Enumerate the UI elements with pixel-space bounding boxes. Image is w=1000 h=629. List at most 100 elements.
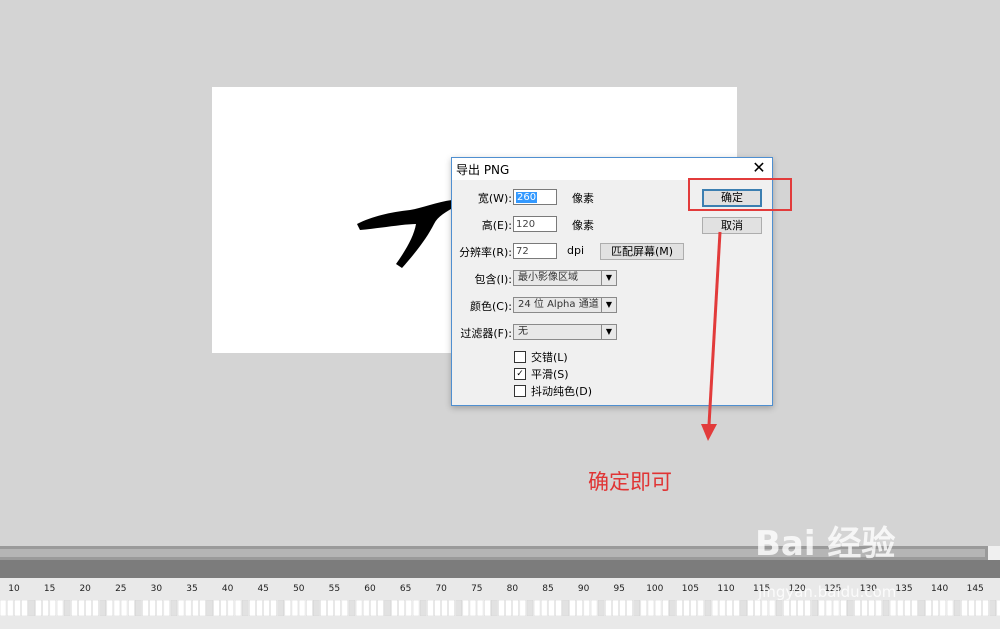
frame-cell xyxy=(362,600,370,616)
frame-cell xyxy=(170,600,178,616)
frame-cell xyxy=(704,600,712,616)
frame-cell xyxy=(526,600,534,616)
ruler-tick-label: 55 xyxy=(328,584,341,594)
frame-cell xyxy=(199,600,206,616)
resolution-input[interactable]: 72 xyxy=(513,243,557,259)
checkbox-box xyxy=(514,351,526,363)
frame-cell xyxy=(576,600,584,616)
annotation-text: 确定即可 xyxy=(588,470,672,494)
frame-cell xyxy=(277,600,285,616)
frame-cell xyxy=(426,600,434,616)
ok-button-highlight xyxy=(688,178,792,211)
close-icon[interactable]: ✕ xyxy=(750,159,768,177)
frame-cell xyxy=(975,600,982,616)
checkbox-box xyxy=(514,385,526,397)
dialog-titlebar[interactable]: 导出 PNG ✕ xyxy=(452,158,772,180)
frame-cell xyxy=(28,600,35,616)
frame-cell xyxy=(633,600,641,616)
frame-cell xyxy=(491,600,498,616)
ruler-tick-label: 25 xyxy=(115,584,127,594)
frame-cell xyxy=(740,600,747,616)
frame-cell xyxy=(604,600,612,616)
frame-cell xyxy=(825,600,833,616)
frame-cell xyxy=(647,600,655,616)
frame-cell xyxy=(313,600,320,616)
watermark-url: jingyan.baidu.com xyxy=(758,583,897,601)
frame-cell xyxy=(939,600,947,616)
chevron-down-icon: ▼ xyxy=(601,298,616,312)
frame-cell xyxy=(512,600,519,616)
frame-cell xyxy=(355,600,363,616)
frame-cell xyxy=(569,600,576,616)
frame-cell xyxy=(861,600,868,616)
frame-cell xyxy=(177,600,185,616)
frame-cell xyxy=(690,600,697,616)
frame-cell xyxy=(305,600,313,616)
smooth-checkbox[interactable]: ✓ 平滑(S) xyxy=(514,366,569,382)
dither-checkbox[interactable]: 抖动纯色(D) xyxy=(514,383,592,399)
frame-cell xyxy=(782,600,790,616)
ruler-tick-label: 65 xyxy=(399,584,412,594)
frame-cell xyxy=(13,600,21,616)
frame-cell xyxy=(804,600,811,616)
frame-cell xyxy=(256,600,263,616)
frame-cell xyxy=(640,600,648,616)
frame-cell xyxy=(697,600,705,616)
frame-cell xyxy=(811,600,819,616)
frame-cell xyxy=(156,600,163,616)
frame-cell xyxy=(142,600,149,616)
frame-cell xyxy=(654,600,662,616)
frame-cell xyxy=(270,600,277,616)
dialog-title: 导出 PNG xyxy=(456,163,510,177)
frame-cell xyxy=(832,600,840,616)
ruler-tick-label: 50 xyxy=(293,584,305,594)
height-unit: 像素 xyxy=(572,219,594,232)
ruler-tick-label: 40 xyxy=(221,584,234,594)
ruler-tick-label: 100 xyxy=(646,584,664,594)
frame-cell xyxy=(191,600,199,616)
height-input[interactable]: 120 xyxy=(513,216,557,232)
frame-cell xyxy=(49,600,57,616)
watermark-logo: Bai 经验 xyxy=(755,524,896,564)
frame-cell xyxy=(320,600,327,616)
frame-cell xyxy=(291,600,299,616)
frame-cell xyxy=(92,600,99,616)
frame-cell xyxy=(533,600,541,616)
color-label: 颜色(C): xyxy=(470,300,512,313)
include-select[interactable]: 最小影像区域 ▼ xyxy=(513,270,617,286)
resolution-label: 分辨率(R): xyxy=(459,246,512,259)
frame-cell xyxy=(106,600,114,616)
frame-cell xyxy=(0,600,7,616)
frame-cell xyxy=(903,600,911,616)
frame-cell xyxy=(441,600,448,616)
filter-select[interactable]: 无 ▼ xyxy=(513,324,617,340)
cancel-button[interactable]: 取消 xyxy=(702,217,762,234)
width-input[interactable]: 260 xyxy=(513,189,557,205)
frame-cell xyxy=(163,600,171,616)
frame-cell xyxy=(626,600,633,616)
interlace-checkbox[interactable]: 交错(L) xyxy=(514,349,568,365)
width-unit: 像素 xyxy=(572,192,594,205)
filter-value: 无 xyxy=(518,326,528,337)
match-screen-button[interactable]: 匹配屏幕(M) xyxy=(600,243,684,260)
frame-cell xyxy=(711,600,719,616)
chevron-down-icon: ▼ xyxy=(601,325,616,339)
width-value: 260 xyxy=(516,192,538,203)
frame-cell xyxy=(505,600,512,616)
frame-cell xyxy=(127,600,135,616)
frame-cell xyxy=(968,600,975,616)
color-select[interactable]: 24 位 Alpha 通道 ▼ xyxy=(513,297,617,313)
frame-cell xyxy=(341,600,349,616)
ruler-tick-label: 80 xyxy=(506,584,519,594)
resolution-unit: dpi xyxy=(567,244,585,257)
frame-cell xyxy=(476,600,484,616)
ruler-tick-label: 70 xyxy=(435,584,447,594)
frame-cell xyxy=(412,600,420,616)
include-value: 最小影像区域 xyxy=(518,272,578,283)
frame-cell xyxy=(547,600,555,616)
timeline-frames[interactable] xyxy=(0,600,1000,616)
frame-cell xyxy=(562,600,569,616)
frame-cell xyxy=(583,600,591,616)
frame-cell xyxy=(448,600,455,616)
include-label: 包含(I): xyxy=(474,273,512,286)
